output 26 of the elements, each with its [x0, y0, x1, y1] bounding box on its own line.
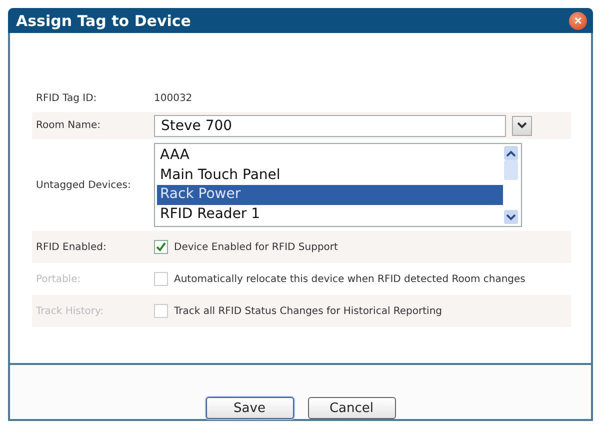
scroll-thumb[interactable] — [504, 160, 518, 180]
checkbox[interactable] — [154, 240, 168, 254]
field-label: Portable: — [35, 274, 82, 284]
field-label: Track History: — [35, 306, 105, 316]
room-select[interactable]: Steve 700 — [154, 114, 506, 136]
checkbox-label: Device Enabled for RFID Support — [174, 242, 338, 252]
checkbox-label: Automatically relocate this device when RFID detected Room changes — [174, 274, 526, 284]
field-label: RFID Tag ID: — [35, 93, 98, 104]
list-item[interactable]: RFID Reader 1 — [157, 204, 503, 224]
device-list[interactable]: AAA Main Touch Panel Rack Power RFID Reader 1 — [154, 143, 522, 227]
dropdown-button[interactable] — [512, 116, 532, 136]
list-item[interactable]: Rack Power — [157, 185, 503, 204]
cancel-button[interactable]: Cancel — [308, 397, 396, 419]
scrollbar[interactable] — [503, 146, 519, 224]
chevron-up-icon[interactable] — [506, 150, 516, 156]
tag-id-value: 100032 — [154, 93, 192, 104]
field-label: Room Name: — [35, 120, 102, 131]
list-item[interactable]: AAA — [157, 146, 503, 166]
checkbox-label: Track all RFID Status Changes for Historical Reporting — [174, 306, 442, 316]
field-label: RFID Enabled: — [35, 242, 108, 252]
chevron-down-icon[interactable] — [506, 214, 516, 220]
chevron-down-icon — [517, 122, 527, 129]
save-button[interactable]: Save — [206, 397, 294, 419]
list-item[interactable]: Main Touch Panel — [157, 166, 503, 185]
field-label: Untagged Devices: — [35, 180, 132, 190]
window-title: Assign Tag to Device — [16, 12, 191, 30]
